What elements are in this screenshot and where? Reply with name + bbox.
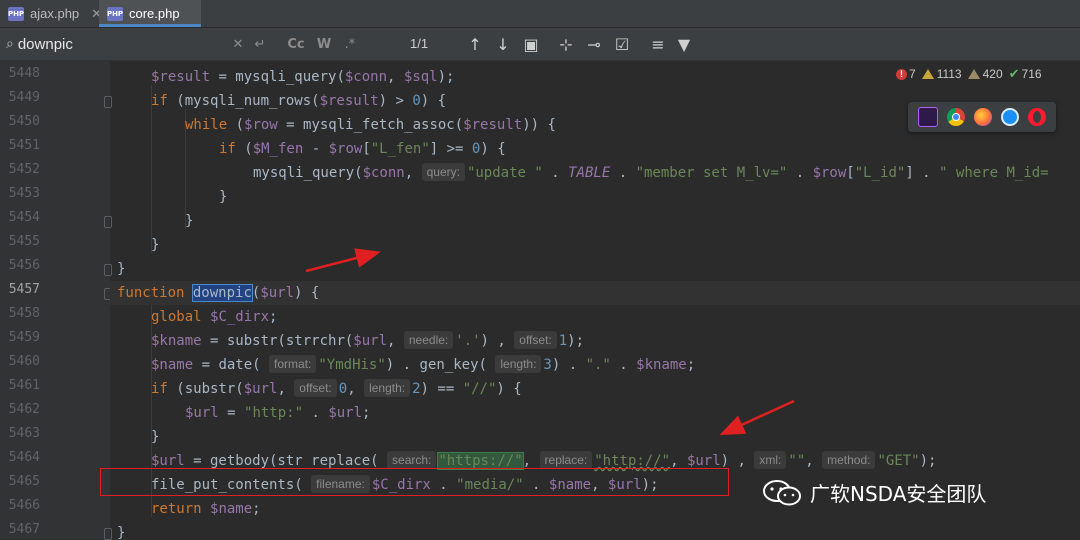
code-line-5452: mysqli_query($conn, query: "update " . TA… <box>253 163 1049 181</box>
parameter-hint: xml: <box>754 451 787 469</box>
error-icon: ! <box>896 68 907 80</box>
open-in-browser-bar <box>908 102 1056 132</box>
tab-core-php[interactable]: PHP core.php <box>99 0 201 27</box>
find-bar: ⌕ ✕ ↵ Cc W .* 1/1 ↑ ↓ ▣ ⊹ ⊸ ☑ ≡ ▼ <box>0 28 1080 61</box>
parameter-hint: format: <box>269 355 317 373</box>
wechat-watermark: 广软NSDA安全团队 <box>762 478 986 507</box>
line-number: 5456 <box>8 258 40 273</box>
chrome-icon[interactable] <box>947 108 966 126</box>
php-file-icon: PHP <box>8 6 24 21</box>
parameter-hint: length: <box>495 355 542 373</box>
wechat-icon <box>763 479 801 505</box>
line-number: 5455 <box>8 234 40 249</box>
line-number: 5451 <box>8 138 40 153</box>
multiline-icon[interactable]: ≡ <box>648 34 668 54</box>
line-number-gutter: 5448 5449 5450 5451 5452 5453 5454 5455 … <box>0 61 112 540</box>
warning-icon <box>921 69 934 79</box>
code-line-5451: if ($M_fen - $row["L_fen"] >= 0) { <box>219 141 506 157</box>
line-number: 5458 <box>8 306 40 321</box>
parameter-hint: offset: <box>514 331 557 349</box>
line-number: 5463 <box>8 426 40 441</box>
whole-words-icon[interactable]: W <box>314 34 334 54</box>
line-number: 5459 <box>8 330 40 345</box>
code-line-5458: global $C_dirx; <box>151 309 278 325</box>
typo-count[interactable]: ✔ 716 <box>1009 67 1042 82</box>
line-number: 5467 <box>8 522 40 537</box>
line-number: 5465 <box>8 474 40 489</box>
search-input[interactable] <box>17 35 218 53</box>
watermark-text: 广软NSDA安全团队 <box>810 482 987 506</box>
highlight-box <box>100 468 729 496</box>
parameter-hint: offset: <box>294 379 337 397</box>
code-line-5463: } <box>151 429 160 445</box>
select-all-occurrences-icon[interactable]: ☑ <box>612 34 632 54</box>
warning-count[interactable]: 1113 <box>921 67 962 81</box>
inspections-widget[interactable]: ! 7 1113 420 ✔ 716 <box>896 63 1080 85</box>
line-number: 5462 <box>8 402 40 417</box>
tab-ajax-php[interactable]: PHP ajax.php ✕ <box>0 0 102 27</box>
line-number: 5450 <box>8 114 40 129</box>
line-number: 5453 <box>8 186 40 201</box>
code-line-5461: if (substr($url, offset: 0, length: 2) == … <box>151 379 522 397</box>
firefox-icon[interactable] <box>973 108 992 126</box>
prev-occurrence-icon[interactable]: ↑ <box>465 34 485 54</box>
line-number: 5460 <box>8 354 40 369</box>
select-all-icon[interactable]: ▣ <box>521 34 541 54</box>
match-case-icon[interactable]: Cc <box>286 34 306 54</box>
tab-label: core.php <box>129 6 180 21</box>
phpstorm-icon[interactable] <box>918 107 939 127</box>
line-number: 5454 <box>8 210 40 225</box>
check-icon: ✔ <box>1008 66 1020 82</box>
line-number: 5466 <box>8 498 40 513</box>
code-line-5459: $kname = substr(strrchr($url, needle: '.'… <box>151 331 585 349</box>
code-line-5466: return $name; <box>151 501 261 517</box>
history-icon[interactable]: ↵ <box>250 34 270 54</box>
remove-selection-icon[interactable]: ⊸ <box>584 34 604 54</box>
parameter-hint: method: <box>822 451 876 469</box>
code-line-5455: } <box>151 237 160 253</box>
code-line-5448: $result = mysqli_query($conn, $sql); <box>151 69 455 85</box>
next-occurrence-icon[interactable]: ↓ <box>493 34 513 54</box>
php-file-icon: PHP <box>107 6 123 21</box>
search-icon[interactable]: ⌕ <box>6 36 14 52</box>
safari-icon[interactable] <box>1000 108 1019 126</box>
add-selection-icon[interactable]: ⊹ <box>556 34 576 54</box>
parameter-hint: needle: <box>403 331 454 349</box>
parameter-hint: replace: <box>539 451 593 469</box>
tab-label: ajax.php <box>30 6 80 21</box>
code-line-5462: $url = "http:" . $url; <box>185 405 371 421</box>
weak-warning-count[interactable]: 420 <box>967 67 1003 81</box>
clear-icon[interactable]: ✕ <box>228 34 248 54</box>
filter-icon[interactable]: ▼ <box>674 34 694 54</box>
parameter-hint: search: <box>387 451 437 469</box>
line-number: 5449 <box>8 90 40 105</box>
line-number: 5452 <box>8 162 40 177</box>
code-line-5454: } <box>185 213 194 229</box>
line-number: 5461 <box>8 378 40 393</box>
code-line-5460: $name = date( format: "YmdHis") . gen_key… <box>151 355 696 373</box>
match-count: 1/1 <box>410 36 429 51</box>
error-count[interactable]: ! 7 <box>896 67 916 81</box>
line-number: 5448 <box>8 66 40 81</box>
parameter-hint: length: <box>364 379 411 397</box>
code-line-5450: while ($row = mysqli_fetch_assoc($result… <box>185 117 556 133</box>
code-line-5467: } <box>117 525 126 539</box>
code-line-5453: } <box>219 189 228 205</box>
opera-icon[interactable] <box>1027 108 1046 126</box>
editor-tab-bar: PHP ajax.php ✕ PHP core.php <box>0 0 1080 28</box>
search-match: downpic <box>191 284 253 302</box>
line-number: 5464 <box>8 450 40 465</box>
code-line-5449: if (mysqli_num_rows($result) > 0) { <box>151 93 447 109</box>
line-number-current: 5457 <box>8 282 40 297</box>
code-line-5456: } <box>117 261 126 277</box>
regex-icon[interactable]: .* <box>340 34 360 54</box>
weak-warning-icon <box>967 69 980 79</box>
code-line-5457: function downpic($url) { <box>110 281 1080 305</box>
parameter-hint: query: <box>421 163 465 181</box>
